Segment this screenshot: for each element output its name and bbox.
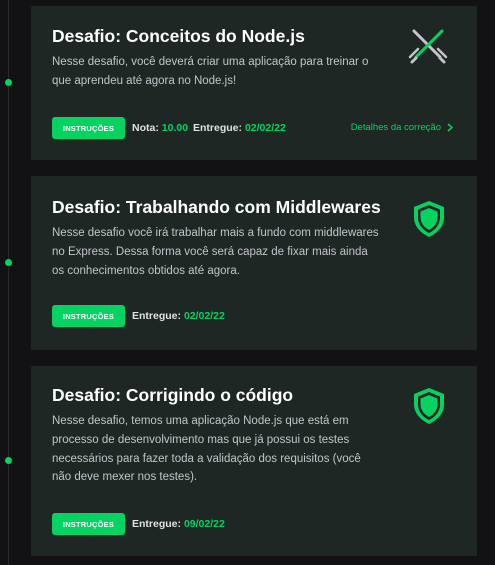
delivered-label: Entregue: — [193, 122, 243, 134]
delivered-date: Entregue: 02/02/22 — [193, 122, 286, 134]
grade-value: 10.00 — [161, 122, 189, 134]
crossed-swords-icon — [406, 23, 450, 67]
delivered-value: 02/02/22 — [244, 122, 286, 134]
challenge-card: Desafio: Trabalhando com Middlewares Nes… — [31, 176, 477, 350]
shield-icon — [412, 387, 446, 425]
delivered-label: Entregue: — [132, 310, 182, 322]
challenge-title: Desafio: Conceitos do Node.js — [52, 26, 305, 46]
shield-icon — [412, 200, 446, 238]
timeline-dot — [5, 259, 12, 266]
challenge-description: Nesse desafio, temos uma aplicação Node.… — [52, 415, 361, 484]
delivered-label: Entregue: — [132, 518, 182, 530]
instructions-button[interactable]: INSTRUÇÕES — [52, 513, 125, 535]
challenge-title: Desafio: Trabalhando com Middlewares — [52, 197, 381, 217]
correction-details-label: Detalhes da correção — [350, 122, 441, 133]
challenge-description: Nesse desafio você irá trabalhar mais a … — [52, 227, 379, 277]
delivered-value: 09/02/22 — [183, 518, 225, 530]
challenge-description: Nesse desafio, você deverá criar uma apl… — [52, 56, 369, 87]
grade-label: Nota: — [132, 122, 159, 134]
challenge-card: Desafio: Conceitos do Node.js Nesse desa… — [31, 6, 477, 160]
correction-details-link[interactable]: Detalhes da correção — [351, 122, 453, 133]
grade: Nota: 10.00 — [132, 122, 188, 134]
challenge-title: Desafio: Corrigindo o código — [52, 385, 294, 405]
timeline-dot — [5, 79, 12, 86]
instructions-button[interactable]: INSTRUÇÕES — [52, 305, 125, 327]
delivered-date: Entregue: 09/02/22 — [132, 518, 225, 530]
delivered-value: 02/02/22 — [183, 310, 225, 322]
delivered-date: Entregue: 02/02/22 — [132, 310, 225, 322]
instructions-button[interactable]: INSTRUÇÕES — [52, 117, 125, 139]
timeline-dot — [5, 457, 12, 464]
chevron-right-icon — [447, 123, 453, 132]
challenge-card: Desafio: Corrigindo o código Nesse desaf… — [31, 366, 477, 556]
